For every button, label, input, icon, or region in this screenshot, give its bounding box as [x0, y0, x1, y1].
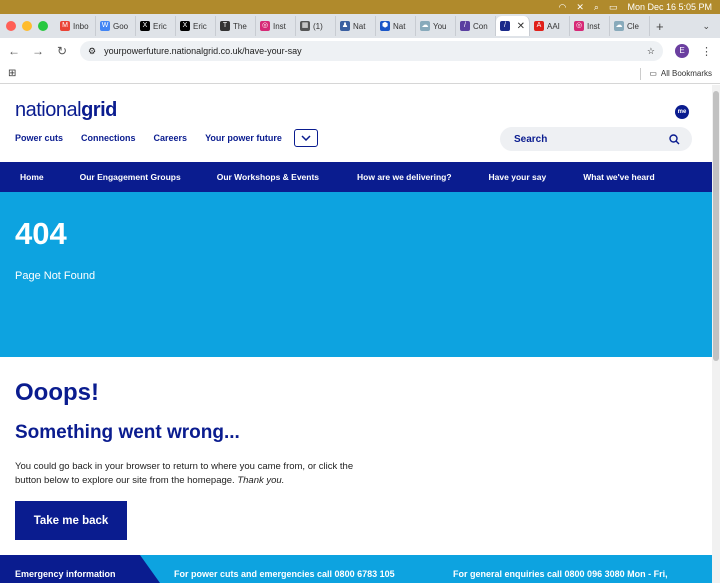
browser-tab-active[interactable]: / ✕ — [496, 16, 530, 36]
cloud-icon: ☁ — [420, 21, 430, 31]
red-a-icon: A — [534, 21, 544, 31]
site-settings-icon[interactable]: ⚙ — [88, 46, 96, 57]
bookmarks-bar: ⊞ ▭ All Bookmarks — [0, 64, 720, 84]
top-nav: Power cuts Connections Careers Your powe… — [15, 129, 318, 147]
person-icon: ♟ — [340, 21, 350, 31]
stripe-icon: / — [460, 21, 470, 31]
browser-tab[interactable]: ◎ Inst — [570, 16, 610, 36]
nav-your-power-future[interactable]: Your power future — [205, 133, 282, 143]
search-input[interactable]: Search — [500, 127, 692, 151]
error-heading: Something went wrong... — [15, 422, 240, 443]
close-window-button[interactable] — [6, 21, 16, 31]
close-tab-icon[interactable]: ✕ — [517, 21, 525, 32]
nav-power-cuts[interactable]: Power cuts — [15, 133, 63, 143]
clock[interactable]: Mon Dec 16 5:05 PM — [627, 2, 712, 12]
emergency-info-link[interactable]: Emergency information — [15, 569, 116, 579]
back-arrow-icon[interactable]: ← — [8, 44, 20, 58]
nyt-icon: T — [220, 21, 230, 31]
menu-bar: ◠ ✕ ⌕ ▭ Mon Dec 16 5:05 PM — [0, 0, 720, 14]
profile-avatar[interactable]: E — [675, 44, 689, 58]
reload-icon[interactable]: ↻ — [56, 44, 68, 58]
google-doc-icon: W — [100, 21, 110, 31]
chevron-down-icon — [301, 135, 311, 141]
mainnav-what-weve-heard[interactable]: What we've heard — [583, 172, 654, 182]
all-bookmarks-button[interactable]: ▭ All Bookmarks — [649, 69, 712, 78]
general-enquiries-phone: For general enquiries call 0800 096 3080… — [453, 569, 668, 579]
browser-tab[interactable]: M Inbo — [56, 16, 96, 36]
browser-tab[interactable]: T The — [216, 16, 256, 36]
browser-tab[interactable]: ▦ (1) — [296, 16, 336, 36]
mainnav-workshops-events[interactable]: Our Workshops & Events — [217, 172, 319, 182]
error-code: 404 — [15, 216, 67, 251]
stripe-icon: / — [500, 21, 510, 31]
take-me-back-button[interactable]: Take me back — [15, 501, 127, 540]
page-scrollbar[interactable] — [712, 85, 720, 583]
mainnav-have-your-say[interactable]: Have your say — [489, 172, 547, 182]
url-input[interactable]: ⚙ yourpowerfuture.nationalgrid.co.uk/hav… — [80, 41, 663, 61]
browser-tab[interactable]: ☁ You — [416, 16, 456, 36]
more-menu-icon[interactable]: ⋮ — [701, 45, 712, 58]
bookmark-star-icon[interactable]: ☆ — [647, 46, 655, 57]
national-grid-logo[interactable]: nationalgrid — [15, 99, 117, 122]
divider — [640, 67, 642, 80]
mute-icon[interactable]: ✕ — [576, 2, 584, 13]
browser-tab[interactable]: A AAI — [530, 16, 570, 36]
instagram-icon: ◎ — [260, 21, 270, 31]
page-icon: ▦ — [300, 21, 310, 31]
me-badge-icon[interactable]: me — [675, 105, 689, 119]
main-nav: Home Our Engagement Groups Our Workshops… — [0, 162, 712, 192]
folder-icon: ▭ — [649, 69, 657, 78]
cloud-icon: ☁ — [614, 21, 624, 31]
mainnav-how-delivering[interactable]: How are we delivering? — [357, 172, 451, 182]
page-viewport: nationalgrid me Power cuts Connections C… — [0, 85, 712, 583]
power-cuts-phone: For power cuts and emergencies call 0800… — [174, 569, 395, 579]
search-label: Search — [514, 133, 548, 145]
browser-tab[interactable]: ☁ Cle — [610, 16, 650, 36]
nav-connections[interactable]: Connections — [81, 133, 136, 143]
forward-arrow-icon[interactable]: → — [32, 44, 44, 58]
url-text[interactable]: yourpowerfuture.nationalgrid.co.uk/have-… — [104, 46, 639, 56]
tab-bar: M Inbo W Goo X Eric X Eric T The ◎ Inst ▦ (1) ♟… — [0, 14, 720, 38]
more-nav-button[interactable] — [293, 129, 318, 147]
control-center-icon[interactable]: ▭ — [609, 2, 618, 13]
oops-heading: Ooops! — [15, 379, 99, 406]
address-bar: ← → ↻ ⚙ yourpowerfuture.nationalgrid.co.… — [0, 38, 720, 64]
wifi-icon[interactable]: ◠ — [558, 2, 566, 13]
nav-careers[interactable]: Careers — [154, 133, 188, 143]
gmail-icon: M — [60, 21, 70, 31]
browser-tab[interactable]: ♟ Nat — [336, 16, 376, 36]
minimize-window-button[interactable] — [22, 21, 32, 31]
new-tab-icon[interactable]: + — [650, 19, 664, 34]
fullscreen-window-button[interactable] — [38, 21, 48, 31]
browser-tab[interactable]: ⬢ Nat — [376, 16, 416, 36]
apps-grid-icon[interactable]: ⊞ — [8, 68, 16, 79]
spotlight-icon[interactable]: ⌕ — [594, 2, 599, 13]
search-icon[interactable] — [669, 133, 680, 145]
x-icon: X — [180, 21, 190, 31]
footer-banner: Emergency information For power cuts and… — [0, 555, 712, 583]
browser-tab[interactable]: / Con — [456, 16, 496, 36]
browser-tab[interactable]: X Eric — [176, 16, 216, 36]
error-subtitle: Page Not Found — [15, 270, 96, 282]
instagram-icon: ◎ — [574, 21, 584, 31]
browser-tab[interactable]: ◎ Inst — [256, 16, 296, 36]
scrollbar-thumb[interactable] — [713, 91, 719, 361]
chevron-down-icon[interactable]: ⌄ — [702, 21, 710, 32]
mainnav-home[interactable]: Home — [20, 172, 44, 182]
x-icon: X — [140, 21, 150, 31]
hex-icon: ⬢ — [380, 21, 390, 31]
mainnav-engagement-groups[interactable]: Our Engagement Groups — [80, 172, 181, 182]
browser-tab[interactable]: W Goo — [96, 16, 136, 36]
error-message: You could go back in your browser to ret… — [15, 461, 354, 486]
browser-tab[interactable]: X Eric — [136, 16, 176, 36]
error-hero: 404 Page Not Found — [0, 192, 712, 357]
window-controls — [6, 21, 48, 31]
